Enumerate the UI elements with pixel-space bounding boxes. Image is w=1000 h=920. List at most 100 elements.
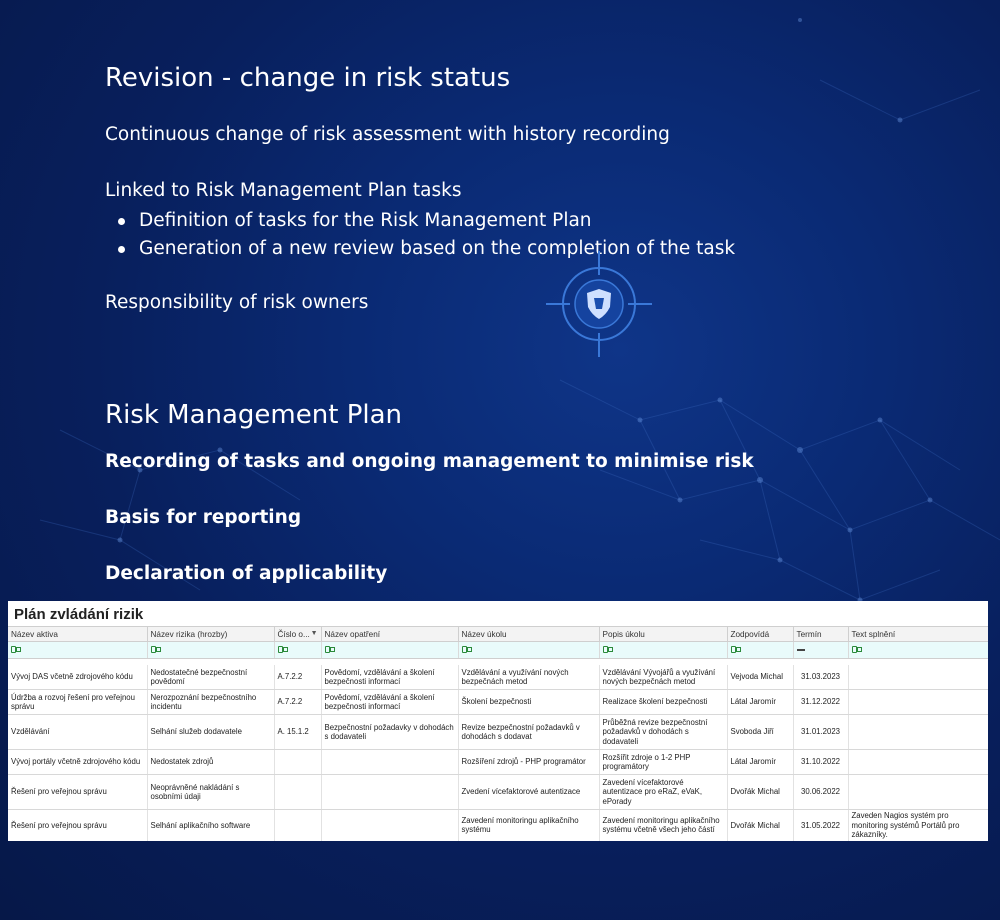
cell-owner: Vejvoda Michal	[727, 665, 794, 690]
filter-row	[8, 641, 988, 659]
cell-control-number	[274, 809, 322, 841]
filter-icon[interactable]	[277, 645, 288, 654]
cell-asset: Vývoj portály včetně zdrojového kódu	[8, 749, 148, 775]
section2-title: Risk Management Plan	[105, 400, 403, 430]
filter-icon[interactable]	[461, 645, 472, 654]
cell-asset: Řešení pro veřejnou správu	[8, 809, 148, 841]
cell-measure: Povědomí, vzdělávání a školení bezpečnos…	[321, 689, 459, 715]
filter-cell[interactable]	[321, 641, 459, 659]
filter-cell[interactable]	[8, 641, 148, 659]
table-row[interactable]: Řešení pro veřejnou správu Neoprávněné n…	[8, 774, 988, 810]
target-shield-icon	[546, 251, 652, 357]
section1-line-history: Continuous change of risk assessment wit…	[105, 124, 670, 145]
cell-task-description: Rozšířit zdroje o 1-2 PHP programátory	[599, 749, 728, 775]
cell-risk: Neoprávněné nakládání s osobními údaji	[147, 774, 275, 810]
column-header[interactable]: Text splnění	[848, 626, 988, 642]
cell-task-description: Vzdělávání Vývojářů a využívání nových b…	[599, 665, 728, 690]
filter-cell[interactable]	[147, 641, 275, 659]
sort-icon[interactable]: ▼	[311, 630, 318, 637]
date-filter-icon[interactable]	[796, 648, 805, 651]
column-header[interactable]: Název opatření	[321, 626, 459, 642]
cell-risk: Selhání služeb dodavatele	[147, 714, 275, 750]
column-header[interactable]: Termín	[793, 626, 849, 642]
cell-owner: Látal Jaromír	[727, 749, 794, 775]
section2-line-reporting: Basis for reporting	[105, 507, 302, 528]
cell-control-number: A.7.2.2	[274, 689, 322, 715]
table-row[interactable]: Vzdělávání Selhání služeb dodavatele A. …	[8, 714, 988, 750]
cell-completion-text	[848, 774, 988, 810]
cell-completion-text: Zaveden Nagios systém pro monitoring sys…	[848, 809, 988, 841]
bullet-item: Definition of tasks for the Risk Managem…	[105, 207, 735, 235]
column-header[interactable]: Název aktiva	[8, 626, 148, 642]
cell-owner: Látal Jaromír	[727, 689, 794, 715]
table-header-row: Název aktiva Název rizika (hrozby) Číslo…	[8, 626, 988, 642]
cell-deadline: 31.01.2023	[793, 714, 849, 750]
cell-task-name: Vzdělávání a využívání nových bezpečnách…	[458, 665, 600, 690]
cell-risk: Nerozpoznání bezpečnostního incidentu	[147, 689, 275, 715]
table-row[interactable]: Údržba a rozvoj řešení pro veřejnou sprá…	[8, 689, 988, 715]
filter-cell[interactable]	[274, 641, 322, 659]
cell-asset: Řešení pro veřejnou správu	[8, 774, 148, 810]
filter-icon[interactable]	[150, 645, 161, 654]
filter-icon[interactable]	[602, 645, 613, 654]
cell-task-description: Realizace školení bezpečnosti	[599, 689, 728, 715]
section2-line-recording: Recording of tasks and ongoing managemen…	[105, 451, 754, 472]
cell-task-description: Průběžná revize bezpečnostní požadavků v…	[599, 714, 728, 750]
filter-cell[interactable]	[793, 641, 849, 659]
filter-icon[interactable]	[851, 645, 862, 654]
column-header[interactable]: Popis úkolu	[599, 626, 728, 642]
cell-control-number: A. 15.1.2	[274, 714, 322, 750]
cell-task-name: Zavedení monitoringu aplikačního systému	[458, 809, 600, 841]
cell-completion-text	[848, 665, 988, 690]
cell-task-name: Rozšíření zdrojů - PHP programátor	[458, 749, 600, 775]
column-header[interactable]: Číslo o... ▼	[274, 626, 322, 642]
cell-deadline: 31.12.2022	[793, 689, 849, 715]
section1-line-owners: Responsibility of risk owners	[105, 292, 369, 313]
cell-measure	[321, 749, 459, 775]
cell-asset: Vzdělávání	[8, 714, 148, 750]
section1-title: Revision - change in risk status	[105, 63, 511, 93]
table-row[interactable]: Řešení pro veřejnou správu Selhání aplik…	[8, 809, 988, 841]
risk-plan-table: Název aktiva Název rizika (hrozby) Číslo…	[8, 626, 988, 841]
cell-owner: Dvořák Michal	[727, 809, 794, 841]
filter-icon[interactable]	[11, 645, 21, 654]
table-row[interactable]: Vývoj DAS včetně zdrojového kódu Nedosta…	[8, 665, 988, 690]
cell-completion-text	[848, 714, 988, 750]
cell-task-description: Zavedení vícefaktorové autentizace pro e…	[599, 774, 728, 810]
column-header[interactable]: Název úkolu	[458, 626, 600, 642]
cell-task-name: Revize bezpečnostní požadavků v dohodách…	[458, 714, 600, 750]
table-title: Plán zvládání rizik	[14, 606, 144, 623]
section1-line-linked: Linked to Risk Management Plan tasks	[105, 180, 462, 201]
cell-risk: Nedostatek zdrojů	[147, 749, 275, 775]
column-header[interactable]: Zodpovídá	[727, 626, 794, 642]
cell-deadline: 31.03.2023	[793, 665, 849, 690]
column-header[interactable]: Název rizika (hrozby)	[147, 626, 275, 642]
cell-control-number	[274, 749, 322, 775]
filter-cell[interactable]	[727, 641, 794, 659]
filter-icon[interactable]	[730, 645, 741, 654]
section2-line-applicability: Declaration of applicability	[105, 563, 388, 584]
cell-deadline: 31.05.2022	[793, 809, 849, 841]
filter-icon[interactable]	[324, 645, 335, 654]
cell-asset: Údržba a rozvoj řešení pro veřejnou sprá…	[8, 689, 148, 715]
cell-measure: Bezpečnostní požadavky v dohodách s doda…	[321, 714, 459, 750]
filter-cell[interactable]	[848, 641, 988, 659]
cell-measure	[321, 774, 459, 810]
cell-owner: Dvořák Michal	[727, 774, 794, 810]
filter-cell[interactable]	[458, 641, 600, 659]
table-row[interactable]: Vývoj portály včetně zdrojového kódu Ned…	[8, 749, 988, 775]
cell-risk: Selhání aplikačního software	[147, 809, 275, 841]
filter-cell[interactable]	[599, 641, 728, 659]
cell-measure	[321, 809, 459, 841]
cell-measure: Povědomí, vzdělávání a školení bezpečnos…	[321, 665, 459, 690]
cell-completion-text	[848, 749, 988, 775]
cell-deadline: 31.10.2022	[793, 749, 849, 775]
cell-task-name: Školení bezpečnosti	[458, 689, 600, 715]
cell-task-description: Zavedení monitoringu aplikačního systému…	[599, 809, 728, 841]
cell-deadline: 30.06.2022	[793, 774, 849, 810]
cell-risk: Nedostatečné bezpečnostní povědomí	[147, 665, 275, 690]
cell-asset: Vývoj DAS včetně zdrojového kódu	[8, 665, 148, 690]
cell-completion-text	[848, 689, 988, 715]
column-header-label: Číslo o...	[277, 629, 310, 639]
cell-task-name: Zvedení vícefaktorové autentizace	[458, 774, 600, 810]
